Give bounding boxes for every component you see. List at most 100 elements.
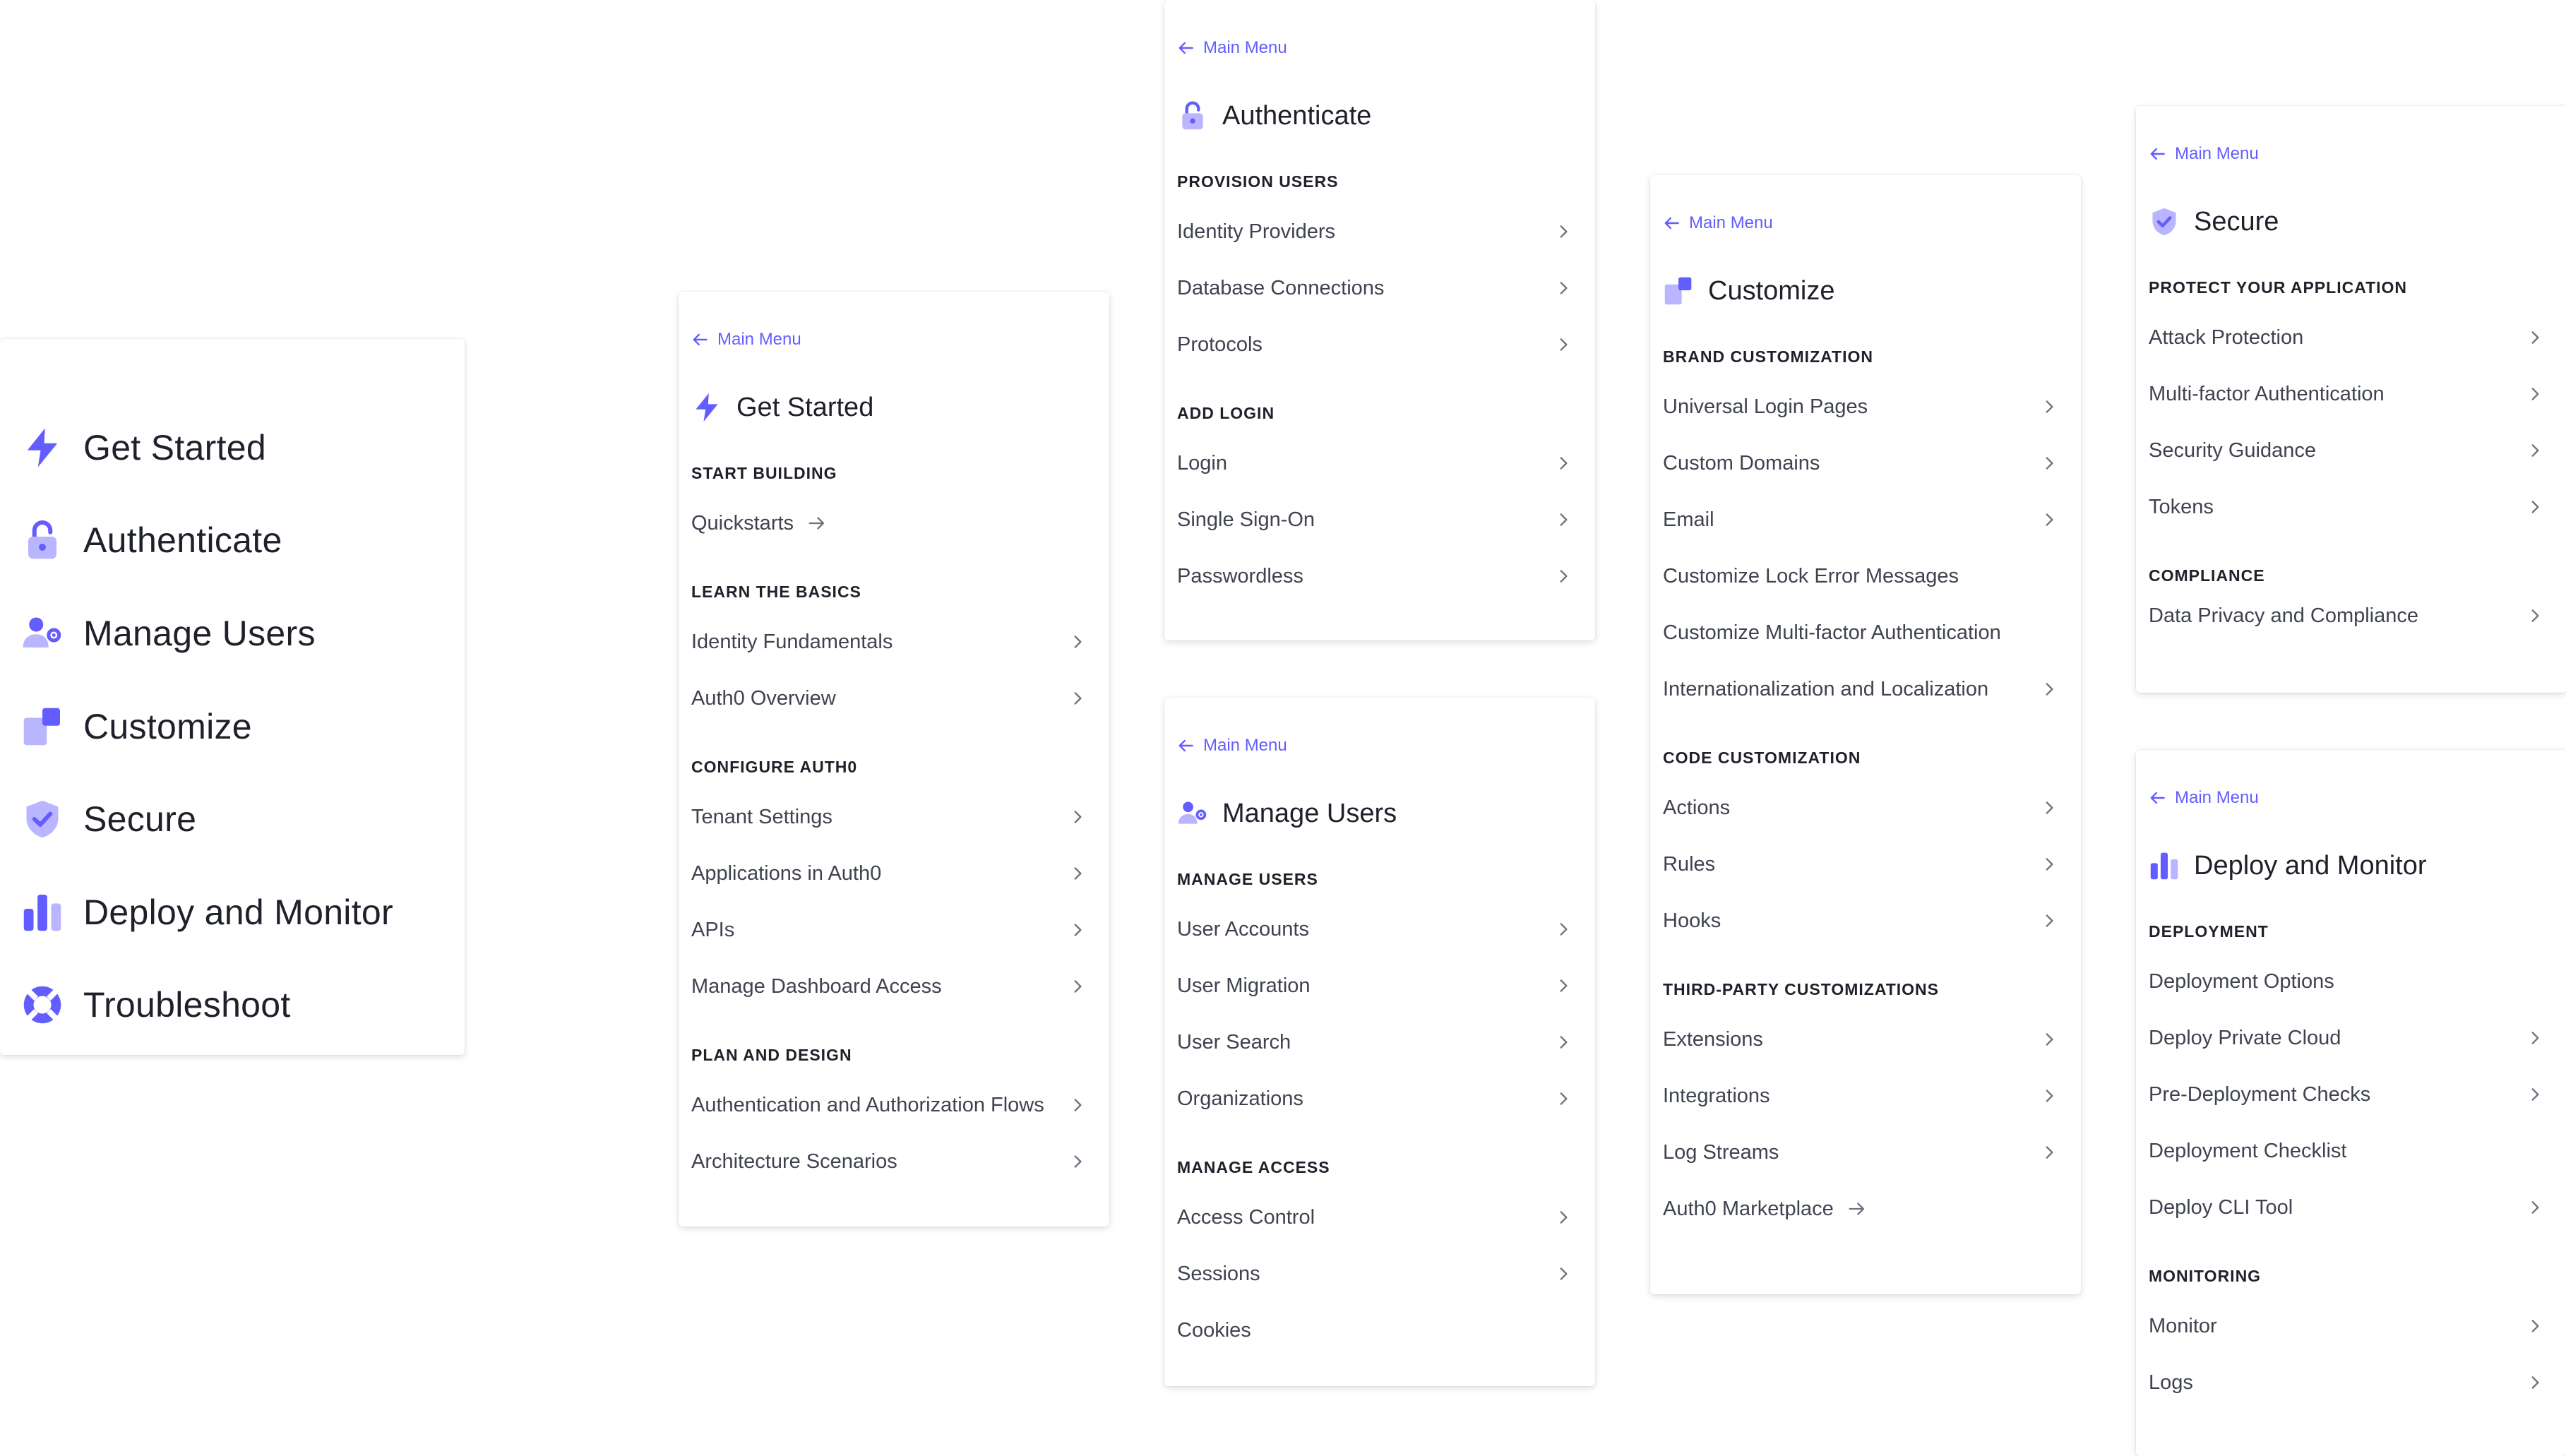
nav-item-actions[interactable]: Actions [1663,780,2058,836]
chevron-right-icon [2531,388,2539,400]
section-heading: COMPLIANCE [2149,566,2265,585]
main-menu-item-authenticate[interactable]: Authenticate [0,494,465,587]
nav-item-tenant-settings[interactable]: Tenant Settings [691,789,1087,845]
nav-item-extensions[interactable]: Extensions [1663,1011,2058,1068]
nav-item-architecture-scenarios[interactable]: Architecture Scenarios [691,1133,1087,1190]
nav-item-identity-fundamentals[interactable]: Identity Fundamentals [691,614,1087,670]
nav-item-tokens[interactable]: Tokens [2149,479,2544,535]
nav-item-data-privacy[interactable]: Data Privacy and Compliance [2149,587,2544,644]
nav-item-lock-error-messages[interactable]: Customize Lock Error Messages [1663,548,2058,604]
chevron-right-icon [2531,609,2539,622]
nav-item-integrations[interactable]: Integrations [1663,1068,2058,1124]
nav-item-hooks[interactable]: Hooks [1663,893,2058,949]
back-to-main-menu-link[interactable]: Main Menu [1177,35,1573,61]
nav-item-login[interactable]: Login [1177,435,1573,491]
section-heading: LEARN THE BASICS [691,583,861,601]
nav-item-label: Data Privacy and Compliance [2149,604,2419,627]
section-heading: MANAGE USERS [1177,870,1318,888]
nav-item-single-sign-on[interactable]: Single Sign-On [1177,491,1573,548]
main-menu-label: Customize [83,706,252,746]
lightning-icon [691,392,722,423]
nav-item-apis[interactable]: APIs [691,902,1087,958]
nav-item-universal-login-pages[interactable]: Universal Login Pages [1663,378,2058,435]
nav-item-user-migration[interactable]: User Migration [1177,957,1573,1014]
nav-item-protocols[interactable]: Protocols [1177,316,1573,373]
main-menu-item-manage-users[interactable]: Manage Users [0,587,465,680]
nav-item-custom-domains[interactable]: Custom Domains [1663,435,2058,491]
nav-item-logs[interactable]: Logs [2149,1354,2544,1411]
nav-item-security-guidance[interactable]: Security Guidance [2149,422,2544,479]
nav-item-cookies[interactable]: Cookies [1177,1302,1573,1359]
chevron-right-icon [1560,1036,1568,1049]
nav-item-deployment-options[interactable]: Deployment Options [2149,953,2544,1010]
section-heading: THIRD-PARTY CUSTOMIZATIONS [1663,980,1940,998]
nav-item-auth0-marketplace[interactable]: Auth0 Marketplace [1663,1181,2058,1237]
back-to-main-menu-link[interactable]: Main Menu [1177,733,1573,758]
nav-item-attack-protection[interactable]: Attack Protection [2149,309,2544,366]
authenticate-panel: Main Menu Authenticate PROVISION USERS I… [1164,0,1595,640]
nav-item-label: User Migration [1177,974,1311,997]
chevron-right-icon [1560,513,1568,526]
nav-item-deploy-private-cloud[interactable]: Deploy Private Cloud [2149,1010,2544,1066]
nav-item-auth0-overview[interactable]: Auth0 Overview [691,670,1087,727]
main-menu-item-deploy-monitor[interactable]: Deploy and Monitor [0,866,465,959]
back-to-main-menu-link[interactable]: Main Menu [1663,210,2058,236]
nav-item-label: Manage Dashboard Access [691,974,942,998]
bar-chart-icon [20,890,65,935]
arrow-right-icon [808,517,825,530]
nav-item-email[interactable]: Email [1663,491,2058,548]
nav-item-label: Rules [1663,852,1716,876]
nav-item-passwordless[interactable]: Passwordless [1177,548,1573,604]
nav-item-user-accounts[interactable]: User Accounts [1177,901,1573,957]
nav-item-label: Security Guidance [2149,438,2316,462]
nav-item-label: Login [1177,451,1227,475]
main-menu-item-customize[interactable]: Customize [0,680,465,773]
chevron-right-icon [1560,1092,1568,1105]
chevron-right-icon [2531,1376,2539,1389]
nav-item-user-search[interactable]: User Search [1177,1014,1573,1070]
back-to-main-menu-link[interactable]: Main Menu [2149,141,2544,167]
nav-item-deployment-checklist[interactable]: Deployment Checklist [2149,1123,2544,1179]
nav-item-sessions[interactable]: Sessions [1177,1246,1573,1302]
main-menu-item-troubleshoot[interactable]: Troubleshoot [0,959,465,1052]
nav-item-database-connections[interactable]: Database Connections [1177,260,1573,316]
unlock-icon [20,518,65,563]
back-to-main-menu-link[interactable]: Main Menu [691,327,1087,352]
back-label: Main Menu [2175,788,2259,807]
nav-item-label: Customize Lock Error Messages [1663,564,1959,587]
nav-item-organizations[interactable]: Organizations [1177,1070,1573,1127]
main-menu-item-get-started[interactable]: Get Started [0,401,465,494]
get-started-panel: Main Menu Get Started START BUILDING Qui… [679,292,1109,1227]
secure-panel: Main Menu Secure PROTECT YOUR APPLICATIO… [2136,106,2566,693]
nav-item-auth-flows[interactable]: Authentication and Authorization Flows [691,1077,1087,1133]
nav-item-mfa[interactable]: Multi-factor Authentication [2149,366,2544,422]
nav-item-access-control[interactable]: Access Control [1177,1189,1573,1246]
nav-item-customize-mfa[interactable]: Customize Multi-factor Authentication [1663,604,2058,661]
back-to-main-menu-link[interactable]: Main Menu [2149,785,2544,811]
nav-item-applications[interactable]: Applications in Auth0 [691,845,1087,902]
nav-item-i18n-localization[interactable]: Internationalization and Localization [1663,661,2058,717]
chevron-right-icon [1560,923,1568,936]
nav-item-quickstarts[interactable]: Quickstarts [691,495,1087,551]
nav-item-deploy-cli-tool[interactable]: Deploy CLI Tool [2149,1179,2544,1236]
nav-item-label: APIs [691,918,735,941]
nav-item-label: Tenant Settings [691,805,833,828]
main-menu-label: Authenticate [83,520,282,561]
nav-item-label: Auth0 Overview [691,686,836,710]
nav-item-log-streams[interactable]: Log Streams [1663,1124,2058,1181]
lightning-icon [20,425,65,470]
chevron-right-icon [2046,1090,2053,1102]
nav-item-identity-providers[interactable]: Identity Providers [1177,203,1573,260]
nav-item-label: Access Control [1177,1205,1315,1229]
back-label: Main Menu [1203,736,1287,755]
main-menu-item-secure[interactable]: Secure [0,772,465,866]
chevron-right-icon [2531,331,2539,344]
nav-item-monitor[interactable]: Monitor [2149,1298,2544,1354]
nav-item-manage-dashboard-access[interactable]: Manage Dashboard Access [691,958,1087,1015]
nav-item-rules[interactable]: Rules [1663,836,2058,893]
nav-item-label: Applications in Auth0 [691,861,882,885]
back-label: Main Menu [2175,144,2259,163]
arrow-left-icon [1178,42,1193,54]
nav-item-pre-deployment-checks[interactable]: Pre-Deployment Checks [2149,1066,2544,1123]
nav-item-label: Auth0 Marketplace [1663,1197,1834,1220]
